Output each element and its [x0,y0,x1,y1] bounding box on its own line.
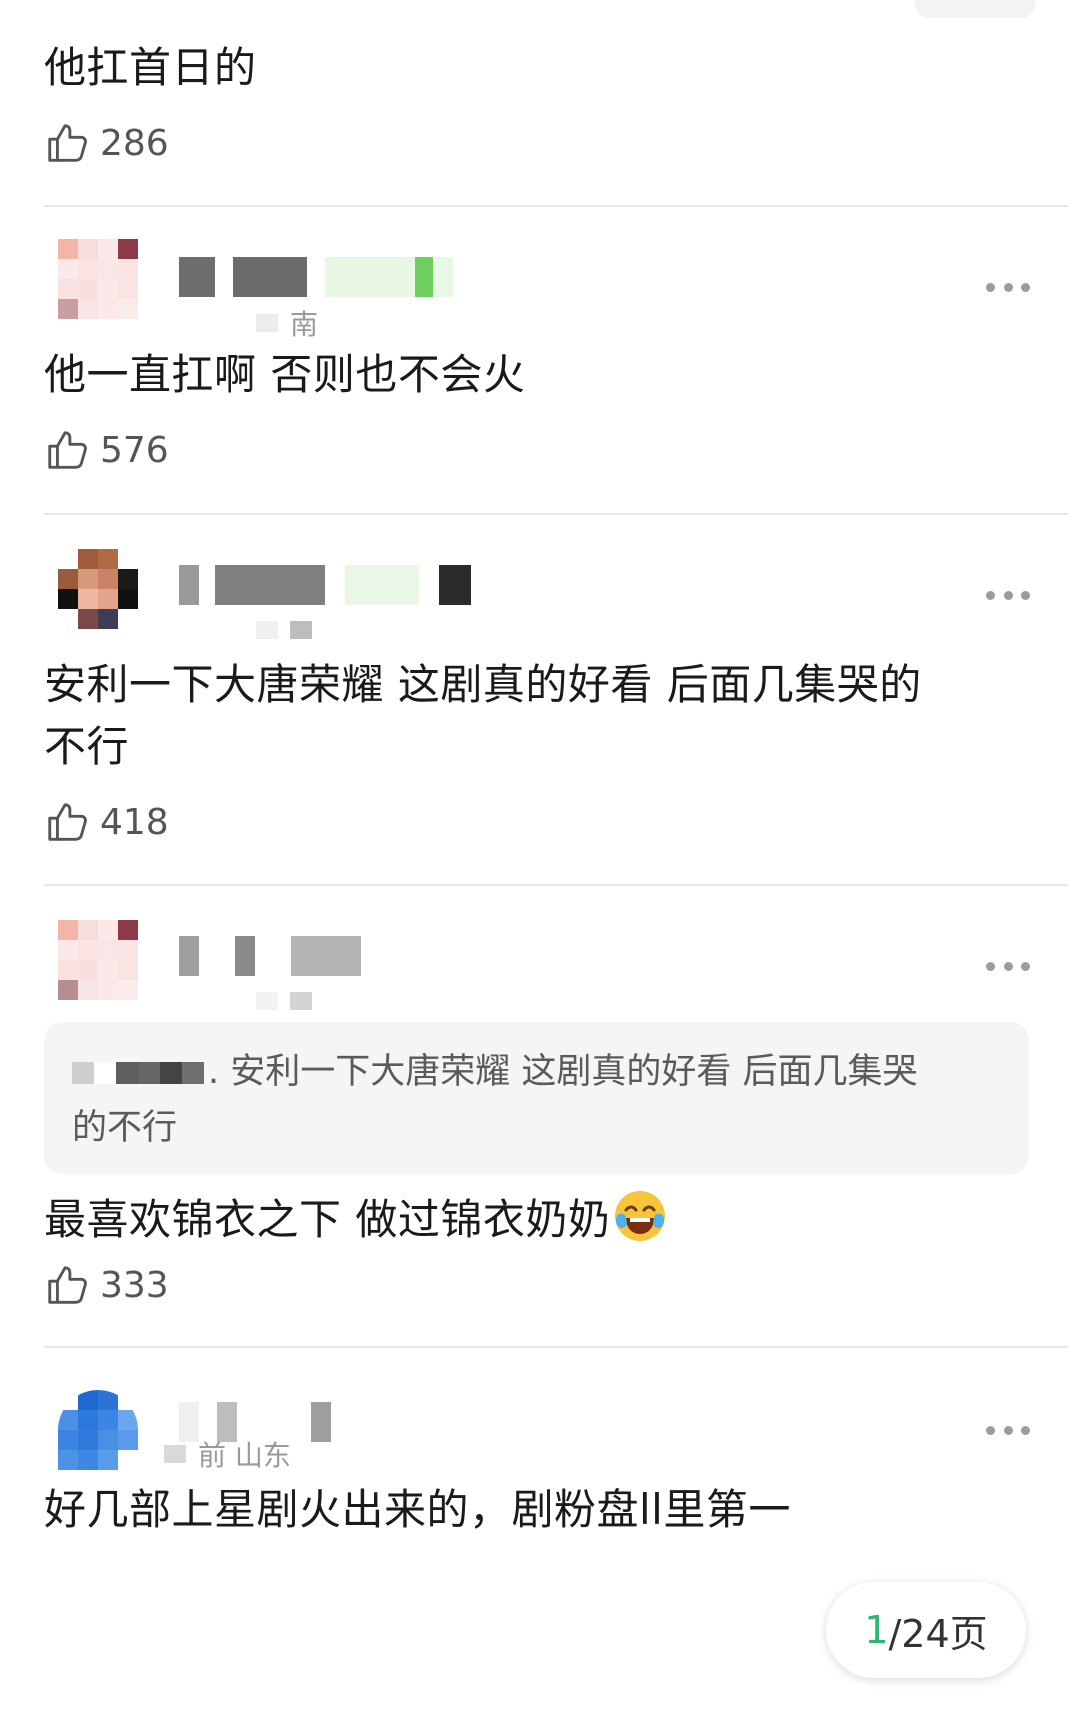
comment-2: 南 他一直扛啊 否则也不会火 576 [44,207,1068,513]
thumbs-up-icon [48,124,87,162]
like-count: 576 [100,429,169,471]
current-page: 1 [864,1608,889,1652]
like-button[interactable]: 418 [44,799,169,845]
username-redacted[interactable] [179,565,471,605]
thumbs-up-icon [48,803,87,841]
like-button[interactable]: 576 [44,427,169,473]
quoted-reply[interactable]: . 安利一下大唐荣耀 这剧真的好看 后面几集哭 的不行 [44,1022,1029,1174]
meta-redacted [256,314,278,332]
comment-meta: 前 山东 [164,1434,291,1474]
more-options-button[interactable] [986,585,1030,605]
comment-text: 最喜欢锦衣之下 做过锦衣奶奶 [44,1186,1004,1254]
username-redacted[interactable] [179,257,453,297]
page-indicator[interactable]: 1/24页 [826,1582,1026,1678]
avatar[interactable] [58,920,138,1000]
username-redacted[interactable] [179,936,361,976]
comment-meta-redacted [256,621,324,639]
avatar[interactable] [58,549,138,629]
like-count: 286 [100,122,169,164]
comment-meta-redacted [256,992,324,1010]
like-count: 418 [100,801,169,843]
meta-text: 前 山东 [198,1439,291,1472]
thumbs-up-icon [48,431,87,469]
quoted-username-redacted [72,1062,204,1084]
avatar[interactable] [58,1390,138,1470]
meta-redacted [164,1445,186,1463]
comment-4: . 安利一下大唐荣耀 这剧真的好看 后面几集哭 的不行 最喜欢锦衣之下 做过锦衣… [44,886,1068,1346]
more-options-button[interactable] [986,1420,1030,1440]
quoted-text-line1: . 安利一下大唐荣耀 这剧真的好看 后面几集哭 [208,1052,918,1092]
like-button[interactable]: 333 [44,1262,169,1308]
location-text: 南 [290,308,319,341]
comment-1: 他扛首日的 286 [44,0,1068,205]
comment-3: 安利一下大唐荣耀 这剧真的好看 后面几集哭的 不行 418 [44,515,1068,891]
comment-text-line2: 不行 [44,722,130,771]
laughing-crying-emoji [615,1191,666,1241]
total-pages: /24页 [888,1611,988,1656]
avatar[interactable] [58,239,138,319]
comment-meta: 南 [256,303,318,343]
comment-text: 他一直扛啊 否则也不会火 [44,350,526,399]
quoted-text-line2: 的不行 [72,1108,178,1148]
comment-text-content: 最喜欢锦衣之下 做过锦衣奶奶 [44,1195,611,1244]
more-options-button[interactable] [986,277,1030,297]
thumbs-up-icon [48,1266,87,1304]
like-count: 333 [100,1264,169,1306]
like-button[interactable]: 286 [44,120,169,166]
comment-text-line1: 安利一下大唐荣耀 这剧真的好看 后面几集哭的 [44,660,922,709]
comment-feed: 他扛首日的 286 南 他一直扛啊 否则也不会火 576 安利一下大唐荣耀 这剧… [0,0,1080,1714]
more-options-button[interactable] [986,956,1030,976]
comment-text: 好几部上星剧火出来的，剧粉盘ll里第一 [44,1485,791,1534]
comment-text: 他扛首日的 [44,43,257,92]
